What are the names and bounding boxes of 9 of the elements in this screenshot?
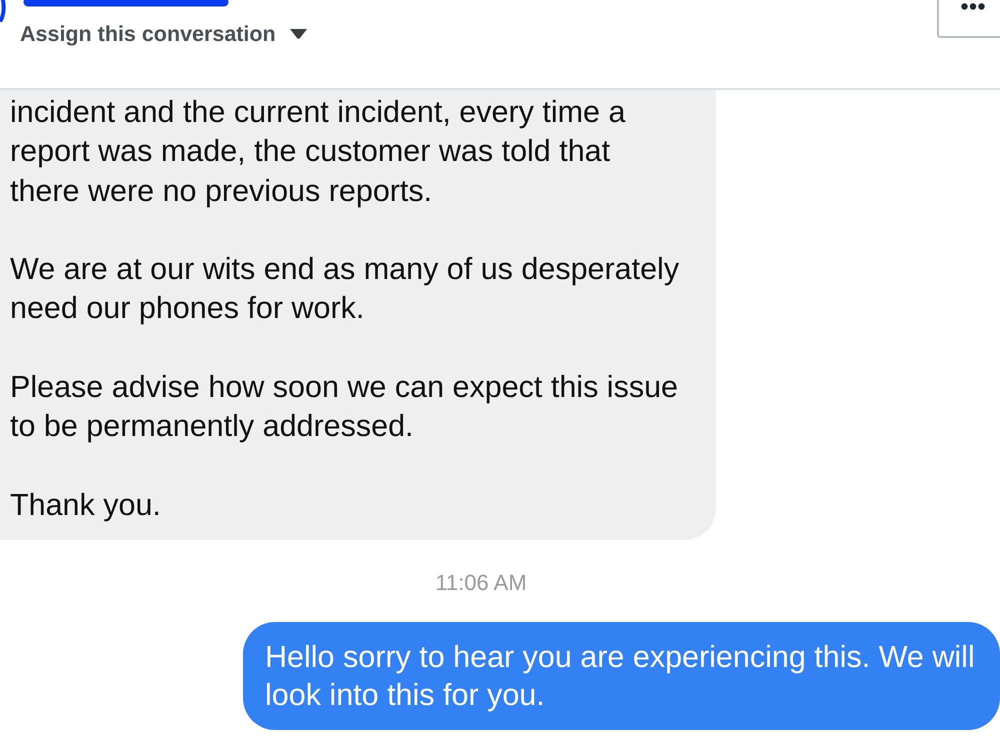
message-text: incident and the current incident, every time a report was made, the customer was told that there were no previous reports. bbox=[10, 94, 626, 210]
message-text: Hello sorry to hear you are experiencing this. We will look into this for you. bbox=[265, 639, 976, 714]
caret-icon bbox=[290, 29, 307, 39]
message-text: We are at our wits end as many of us desperately need our phones for work. bbox=[10, 251, 680, 328]
assign-dropdown[interactable]: Assign this conversation bbox=[20, 22, 307, 46]
message-text: Please advise how soon we can expect this issue to be permanently addressed. bbox=[10, 369, 679, 446]
message-text: Thank you. bbox=[10, 486, 162, 524]
timestamp: 11:06 AM bbox=[435, 571, 527, 596]
more-icon bbox=[961, 3, 985, 10]
